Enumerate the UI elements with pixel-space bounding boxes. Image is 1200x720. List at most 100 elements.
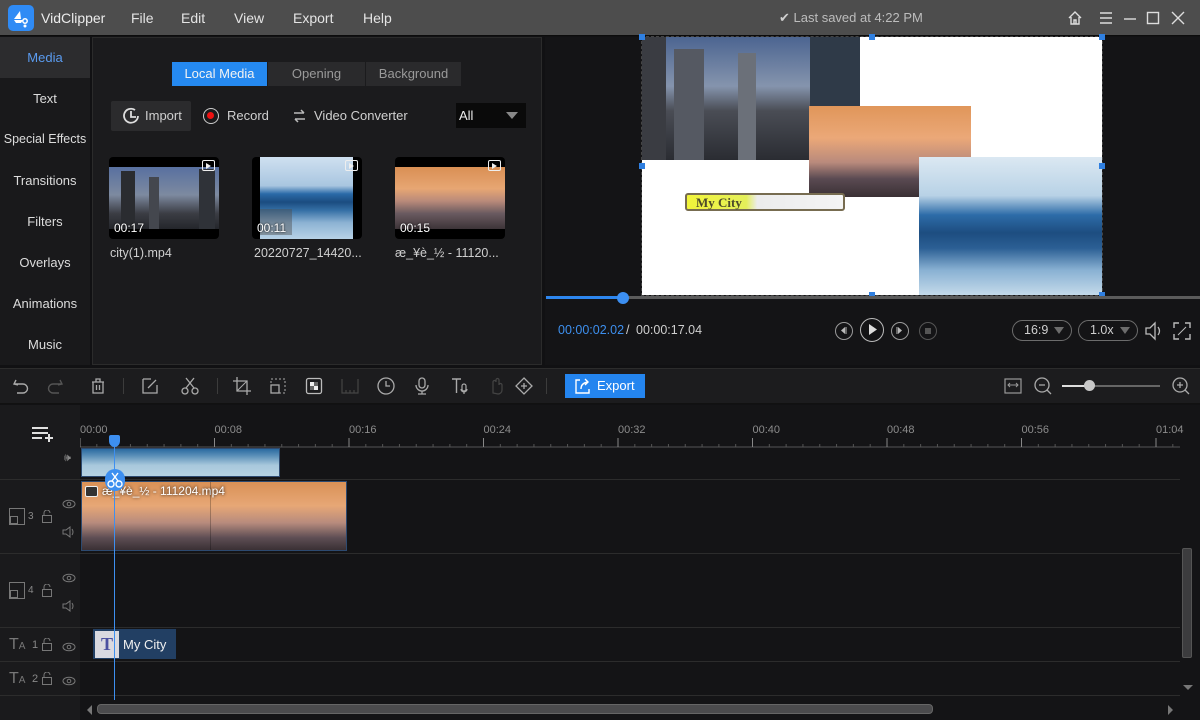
close-button[interactable] <box>1168 8 1188 28</box>
crop-button[interactable] <box>232 376 252 396</box>
undo-button[interactable] <box>11 376 31 396</box>
home-button[interactable] <box>1065 8 1085 28</box>
freeze-frame-button[interactable] <box>487 376 507 396</box>
text-overlay[interactable]: My City <box>685 193 845 211</box>
next-frame-button[interactable] <box>891 322 909 340</box>
sidebar-item-music[interactable]: Music <box>0 324 90 365</box>
volume-icon[interactable] <box>62 600 76 615</box>
seek-bar[interactable] <box>546 296 1200 299</box>
clip-name: My City <box>123 637 167 652</box>
timeline-clip-sunset[interactable]: æ_¥è_½ - 111204.mp4 <box>81 481 347 551</box>
app-name: VidClipper <box>41 10 106 26</box>
sidebar-item-animations[interactable]: Animations <box>0 283 90 324</box>
mountain-clip-layer[interactable] <box>919 157 1102 295</box>
playhead-handle[interactable] <box>109 435 120 447</box>
resize-handle[interactable] <box>1099 34 1105 40</box>
sidebar-item-special-effects[interactable]: Special Effects <box>0 119 90 160</box>
tab-local-media[interactable]: Local Media <box>172 62 267 86</box>
app-logo-icon <box>8 5 34 31</box>
menu-file[interactable]: File <box>131 10 154 26</box>
media-filter-select[interactable]: All <box>456 103 526 128</box>
previous-frame-button[interactable] <box>835 322 853 340</box>
ruler-tick-label: 00:16 <box>349 424 377 436</box>
edit-button[interactable] <box>140 376 160 396</box>
sidebar-item-filters[interactable]: Filters <box>0 201 90 242</box>
scroll-left-arrow[interactable] <box>87 705 92 715</box>
timeline-horizontal-scrollbar[interactable] <box>97 704 933 714</box>
minimize-icon <box>1124 18 1136 20</box>
aspect-ratio-select[interactable]: 16:9 <box>1012 320 1072 341</box>
resize-handle[interactable] <box>1099 163 1105 169</box>
preview-canvas[interactable]: My City <box>639 34 1105 298</box>
text-speech-icon <box>452 378 468 394</box>
sidebar-item-text[interactable]: Text <box>0 78 90 119</box>
voiceover-button[interactable] <box>412 376 432 396</box>
lock-icon[interactable] <box>41 509 53 526</box>
duration-button[interactable] <box>376 376 396 396</box>
record-button[interactable]: Record <box>203 101 269 131</box>
media-item-thumbnail[interactable]: 00:17 <box>109 157 219 239</box>
mosaic-button[interactable] <box>304 376 324 396</box>
visibility-eye-icon[interactable] <box>62 497 76 512</box>
sidebar-item-transitions[interactable]: Transitions <box>0 160 90 201</box>
video-converter-button[interactable]: Video Converter <box>292 101 408 131</box>
lock-icon[interactable] <box>41 671 53 688</box>
export-icon <box>575 378 590 394</box>
text-to-speech-button[interactable] <box>450 376 470 396</box>
add-track-button[interactable] <box>30 425 54 443</box>
import-button[interactable]: Import <box>111 101 191 131</box>
split-at-playhead-button[interactable] <box>105 469 125 491</box>
resize-handle[interactable] <box>639 163 645 169</box>
mute-audio-icon[interactable]: 🕪 <box>64 452 71 465</box>
keyframe-button[interactable] <box>514 376 534 396</box>
fit-timeline-button[interactable] <box>1003 376 1023 396</box>
resize-handle[interactable] <box>639 34 645 40</box>
volume-icon[interactable] <box>62 526 76 541</box>
visibility-eye-icon[interactable] <box>62 674 76 689</box>
fullscreen-button[interactable] <box>1172 321 1192 341</box>
lock-icon[interactable] <box>41 637 53 654</box>
zoom-out-button[interactable] <box>1033 376 1053 396</box>
timeline-vertical-scrollbar[interactable] <box>1182 548 1192 658</box>
menu-help[interactable]: Help <box>363 10 392 26</box>
maximize-icon <box>1146 11 1160 25</box>
time-separator: / <box>626 323 630 337</box>
redo-button[interactable] <box>45 376 65 396</box>
menu-button[interactable] <box>1096 8 1116 28</box>
menu-edit[interactable]: Edit <box>181 10 205 26</box>
audio-meter-button[interactable] <box>340 376 360 396</box>
minimize-button[interactable] <box>1120 8 1140 28</box>
tab-background[interactable]: Background <box>366 62 461 86</box>
lock-icon[interactable] <box>41 583 53 600</box>
menu-view[interactable]: View <box>234 10 264 26</box>
speed-select[interactable]: 1.0x <box>1078 320 1138 341</box>
media-item-thumbnail[interactable]: 00:11 <box>252 157 362 239</box>
zoom-slider-knob[interactable] <box>1084 380 1095 391</box>
volume-button[interactable] <box>1143 320 1167 342</box>
delete-button[interactable] <box>88 376 108 396</box>
menu-export[interactable]: Export <box>293 10 333 26</box>
visibility-eye-icon[interactable] <box>62 571 76 586</box>
scroll-down-arrow[interactable] <box>1183 685 1193 690</box>
chevron-down-icon <box>1120 327 1130 334</box>
timeline-clip-text[interactable]: T My City <box>93 629 176 659</box>
import-label: Import <box>145 108 182 123</box>
media-item-thumbnail[interactable]: 00:15 <box>395 157 505 239</box>
export-button[interactable]: Export <box>565 374 645 398</box>
maximize-button[interactable] <box>1143 8 1163 28</box>
scroll-right-arrow[interactable] <box>1168 705 1173 715</box>
split-button[interactable] <box>180 376 200 396</box>
tab-opening[interactable]: Opening <box>268 62 365 86</box>
visibility-eye-icon[interactable] <box>62 640 76 655</box>
sidebar-item-media[interactable]: Media <box>0 37 90 78</box>
scissors-icon <box>181 377 199 395</box>
ruler-tick-label: 00:40 <box>752 424 781 436</box>
resize-handle[interactable] <box>869 34 875 40</box>
sidebar-item-overlays[interactable]: Overlays <box>0 242 90 283</box>
aspect-ratio-value: 16:9 <box>1024 323 1049 337</box>
play-button[interactable] <box>860 318 884 342</box>
resize-button[interactable] <box>268 376 288 396</box>
stop-button[interactable] <box>919 322 937 340</box>
zoom-in-button[interactable] <box>1171 376 1191 396</box>
fullscreen-icon <box>1173 322 1191 340</box>
